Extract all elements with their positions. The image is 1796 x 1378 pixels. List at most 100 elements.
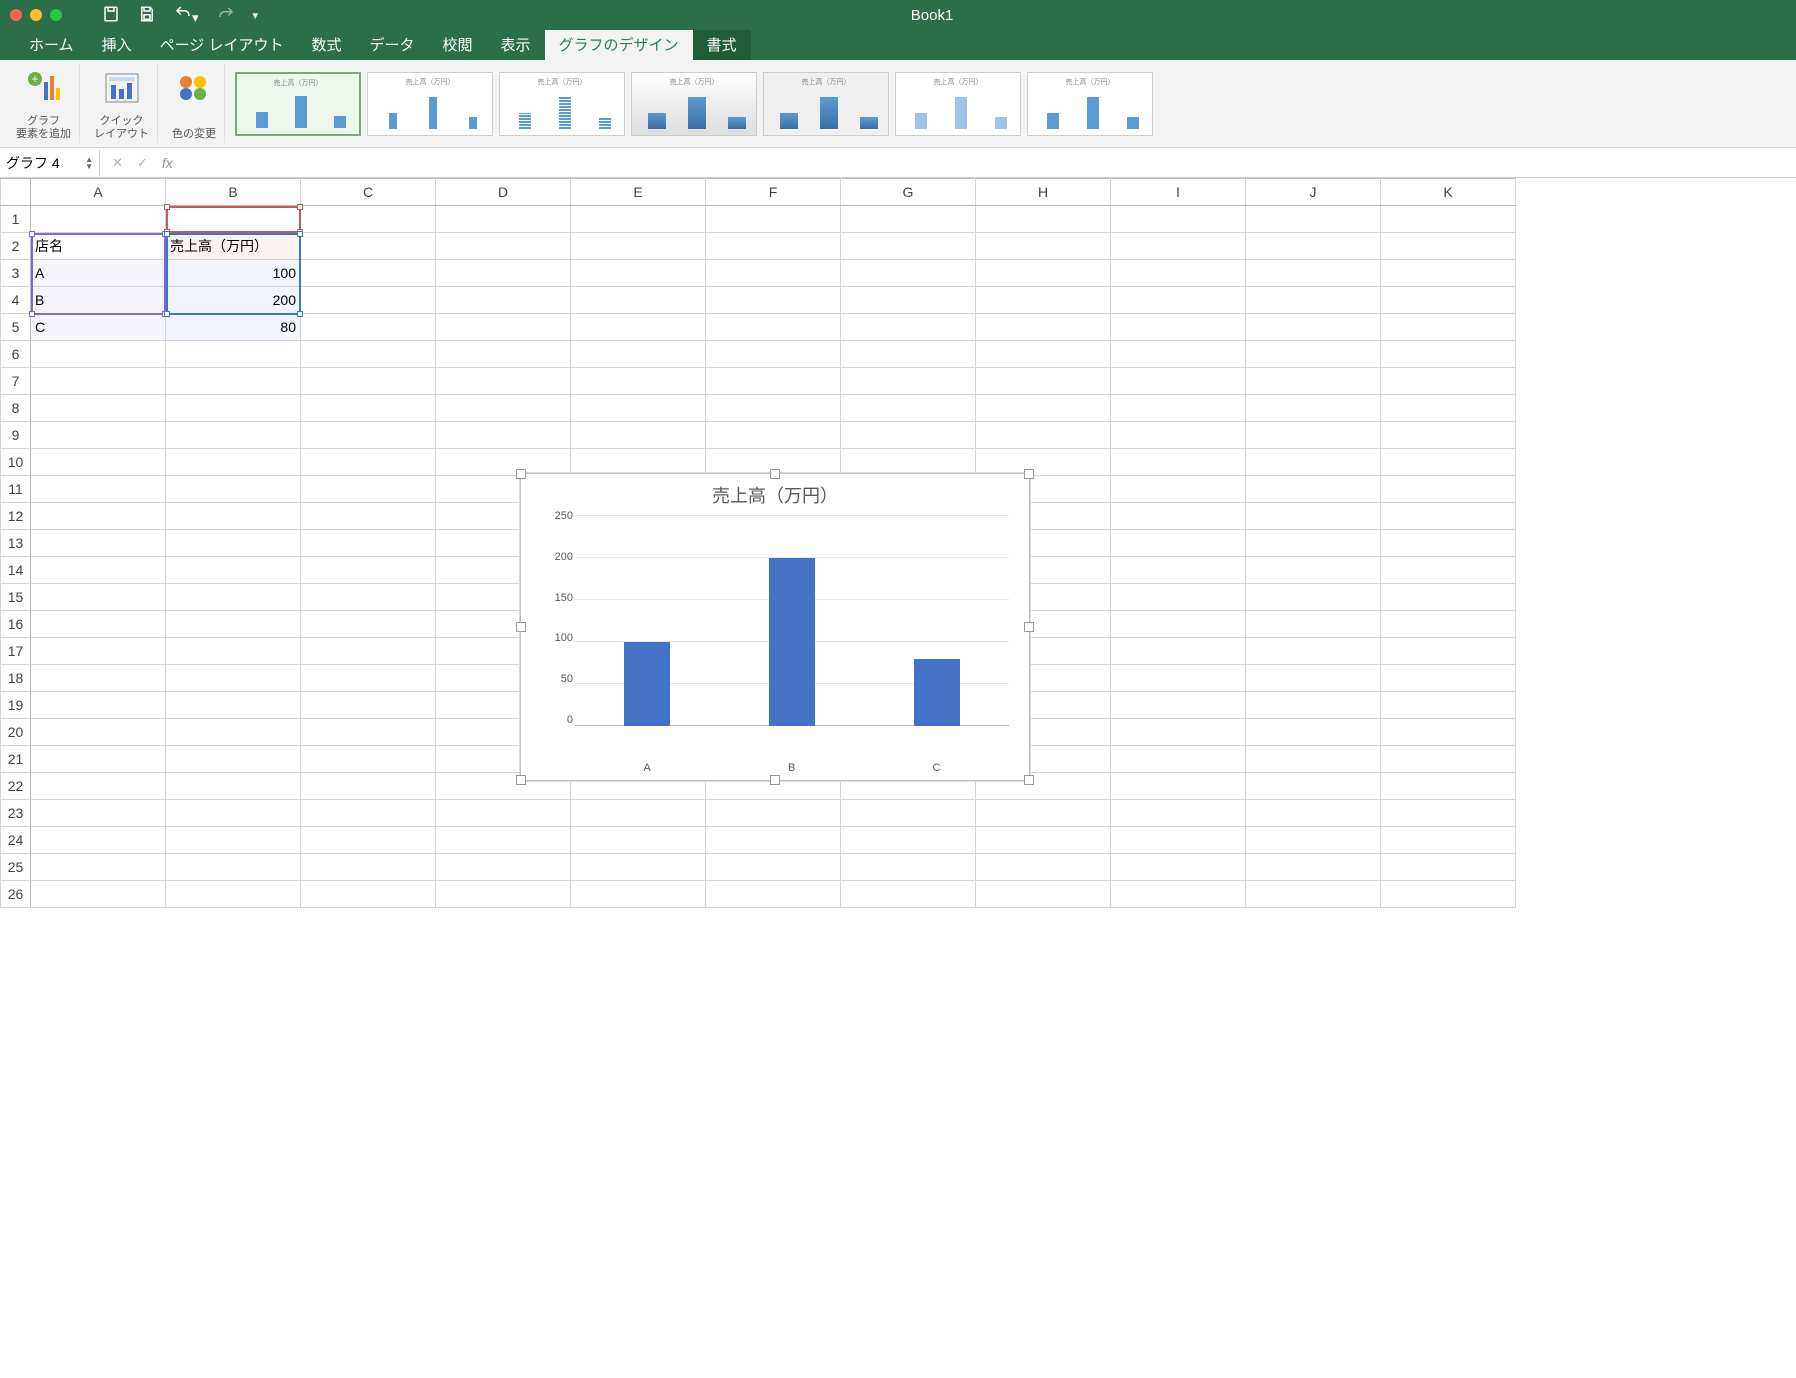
row-header[interactable]: 25 [1, 854, 31, 881]
cell[interactable] [301, 449, 436, 476]
name-box-stepper[interactable]: ▲▼ [85, 156, 93, 170]
cell[interactable] [571, 287, 706, 314]
row-header[interactable]: 18 [1, 665, 31, 692]
cell[interactable] [301, 314, 436, 341]
cell[interactable] [166, 611, 301, 638]
tab-insert[interactable]: 挿入 [88, 29, 146, 60]
cell[interactable] [571, 881, 706, 908]
cell[interactable] [301, 665, 436, 692]
cell[interactable] [1381, 422, 1516, 449]
chart-bar[interactable] [624, 642, 670, 726]
name-box[interactable]: グラフ 4 ▲▼ [0, 150, 100, 176]
column-header[interactable]: G [841, 179, 976, 206]
maximize-window-button[interactable] [50, 9, 62, 21]
chart-object[interactable]: 売上高（万円） 250200150100500 ABC [520, 473, 1030, 781]
cell[interactable] [1381, 503, 1516, 530]
cell[interactable] [841, 449, 976, 476]
cell[interactable] [31, 719, 166, 746]
cell[interactable] [706, 233, 841, 260]
chart-style-7[interactable]: 売上高（万円） [1027, 72, 1153, 136]
cell[interactable] [31, 584, 166, 611]
cell[interactable] [841, 827, 976, 854]
cell[interactable] [31, 341, 166, 368]
cell[interactable] [706, 206, 841, 233]
cell[interactable] [1246, 449, 1381, 476]
cell[interactable] [301, 800, 436, 827]
cell[interactable] [301, 260, 436, 287]
cell[interactable] [436, 422, 571, 449]
cell[interactable] [1246, 368, 1381, 395]
cell[interactable] [976, 881, 1111, 908]
row-header[interactable]: 1 [1, 206, 31, 233]
formula-input[interactable] [185, 150, 1796, 176]
cell[interactable] [31, 449, 166, 476]
cell[interactable] [706, 854, 841, 881]
row-header[interactable]: 23 [1, 800, 31, 827]
cell[interactable] [301, 773, 436, 800]
cell[interactable] [1381, 746, 1516, 773]
row-header[interactable]: 16 [1, 611, 31, 638]
cell[interactable] [436, 449, 571, 476]
cell[interactable] [301, 341, 436, 368]
chart-style-4[interactable]: 売上高（万円） [631, 72, 757, 136]
cell[interactable] [1246, 692, 1381, 719]
cell[interactable] [31, 611, 166, 638]
cell[interactable] [1381, 260, 1516, 287]
cell[interactable] [841, 206, 976, 233]
cell[interactable] [1246, 395, 1381, 422]
cell[interactable] [1246, 827, 1381, 854]
cell[interactable] [1111, 746, 1246, 773]
cell[interactable] [436, 260, 571, 287]
cell[interactable] [1381, 530, 1516, 557]
cell[interactable] [166, 719, 301, 746]
column-header[interactable]: D [436, 179, 571, 206]
cell[interactable] [436, 854, 571, 881]
cell[interactable] [706, 368, 841, 395]
cell[interactable] [976, 314, 1111, 341]
cell[interactable] [841, 341, 976, 368]
cell[interactable] [1111, 476, 1246, 503]
cell[interactable] [436, 287, 571, 314]
row-header[interactable]: 8 [1, 395, 31, 422]
cell[interactable] [31, 530, 166, 557]
cell[interactable] [1111, 773, 1246, 800]
cell[interactable] [1381, 719, 1516, 746]
cell[interactable] [1111, 692, 1246, 719]
cell[interactable] [1111, 287, 1246, 314]
cell[interactable] [31, 881, 166, 908]
cell[interactable] [841, 314, 976, 341]
cell[interactable] [166, 692, 301, 719]
cell[interactable] [166, 827, 301, 854]
minimize-window-button[interactable] [30, 9, 42, 21]
tab-format[interactable]: 書式 [693, 29, 751, 60]
cell[interactable] [1381, 314, 1516, 341]
cell[interactable] [841, 260, 976, 287]
cell[interactable] [1381, 854, 1516, 881]
cell[interactable] [1246, 206, 1381, 233]
cell[interactable] [976, 449, 1111, 476]
cell[interactable] [166, 476, 301, 503]
cell[interactable] [1381, 692, 1516, 719]
row-header[interactable]: 6 [1, 341, 31, 368]
cell[interactable] [1246, 314, 1381, 341]
fx-icon[interactable]: fx [162, 155, 173, 171]
cell[interactable] [571, 341, 706, 368]
cell[interactable] [1111, 827, 1246, 854]
chart-style-6[interactable]: 売上高（万円） [895, 72, 1021, 136]
cell[interactable] [706, 314, 841, 341]
cell[interactable] [1111, 719, 1246, 746]
cell[interactable] [841, 800, 976, 827]
column-header[interactable]: B [166, 179, 301, 206]
cell[interactable] [1381, 584, 1516, 611]
row-header[interactable]: 2 [1, 233, 31, 260]
cell[interactable] [31, 557, 166, 584]
cell[interactable] [436, 206, 571, 233]
quick-layout-button[interactable]: クイック レイアウト [86, 64, 158, 143]
cell[interactable] [841, 233, 976, 260]
cell[interactable] [841, 422, 976, 449]
cell[interactable] [166, 665, 301, 692]
cell[interactable] [31, 827, 166, 854]
add-chart-element-button[interactable]: + グラフ 要素を追加 [8, 64, 80, 143]
cell[interactable] [571, 260, 706, 287]
cell[interactable] [166, 881, 301, 908]
